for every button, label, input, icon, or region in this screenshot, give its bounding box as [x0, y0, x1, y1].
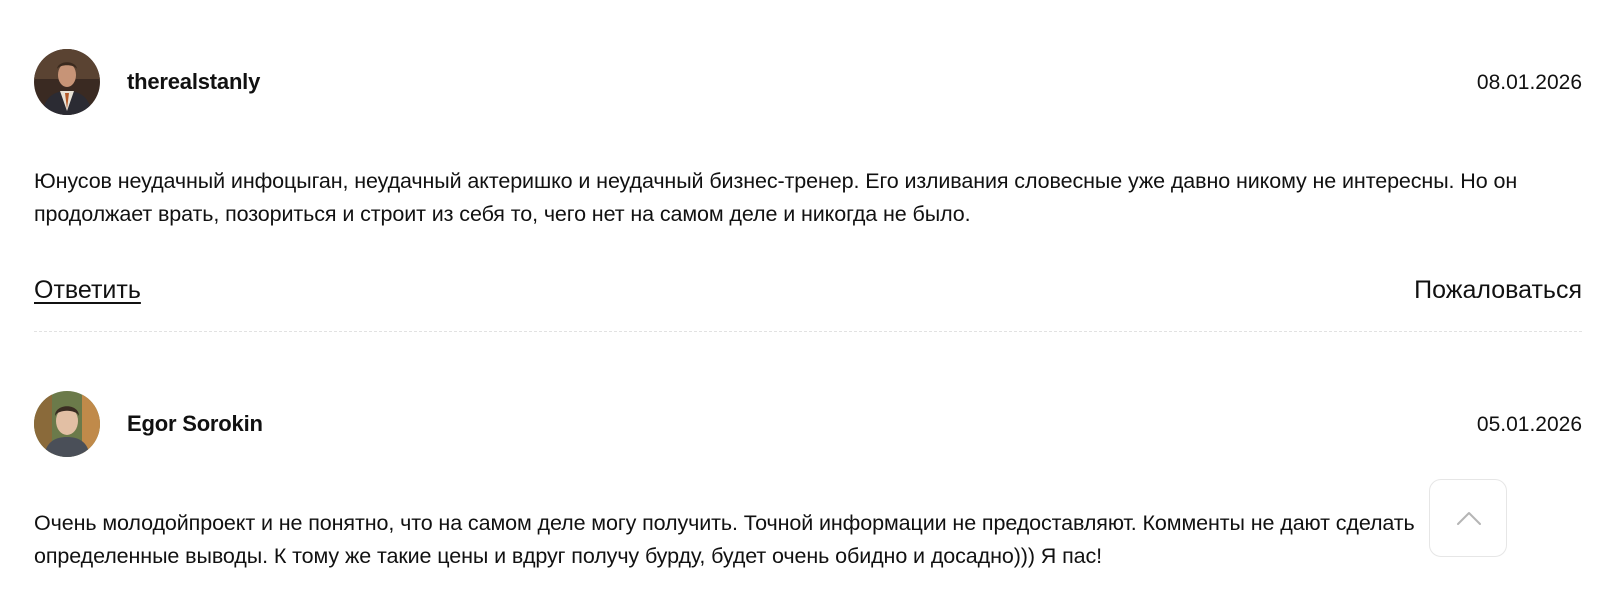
comment-divider	[34, 331, 1582, 332]
comment-author: therealstanly	[127, 69, 261, 94]
avatar-image-icon	[34, 49, 100, 115]
comment-header: Egor Sorokin 05.01.2026	[34, 391, 1582, 457]
chevron-up-icon	[1457, 512, 1481, 525]
user-avatar[interactable]	[34, 391, 100, 457]
comment-text: Очень молодойпроект и не понятно, что на…	[34, 511, 1415, 568]
comment-text: Юнусов неудачный инфоцыган, неудачный ак…	[34, 169, 1518, 226]
comment-header: therealstanly 08.01.2026	[34, 49, 1582, 115]
scroll-to-top-button[interactable]	[1429, 479, 1507, 557]
reply-link[interactable]: Ответить	[34, 275, 141, 305]
avatar-image-icon	[34, 391, 100, 457]
comment-author: Egor Sorokin	[127, 411, 263, 436]
user-avatar[interactable]	[34, 49, 100, 115]
comment-actions: Ответить Пожаловаться	[34, 275, 1582, 305]
comment-date: 05.01.2026	[1476, 413, 1582, 436]
comment-item: Egor Sorokin 05.01.2026 Очень молодойпро…	[34, 391, 1582, 568]
comment-date: 08.01.2026	[1476, 71, 1582, 94]
report-link[interactable]: Пожаловаться	[1414, 275, 1582, 305]
comment-item: therealstanly 08.01.2026 Юнусов неудачны…	[34, 49, 1582, 304]
